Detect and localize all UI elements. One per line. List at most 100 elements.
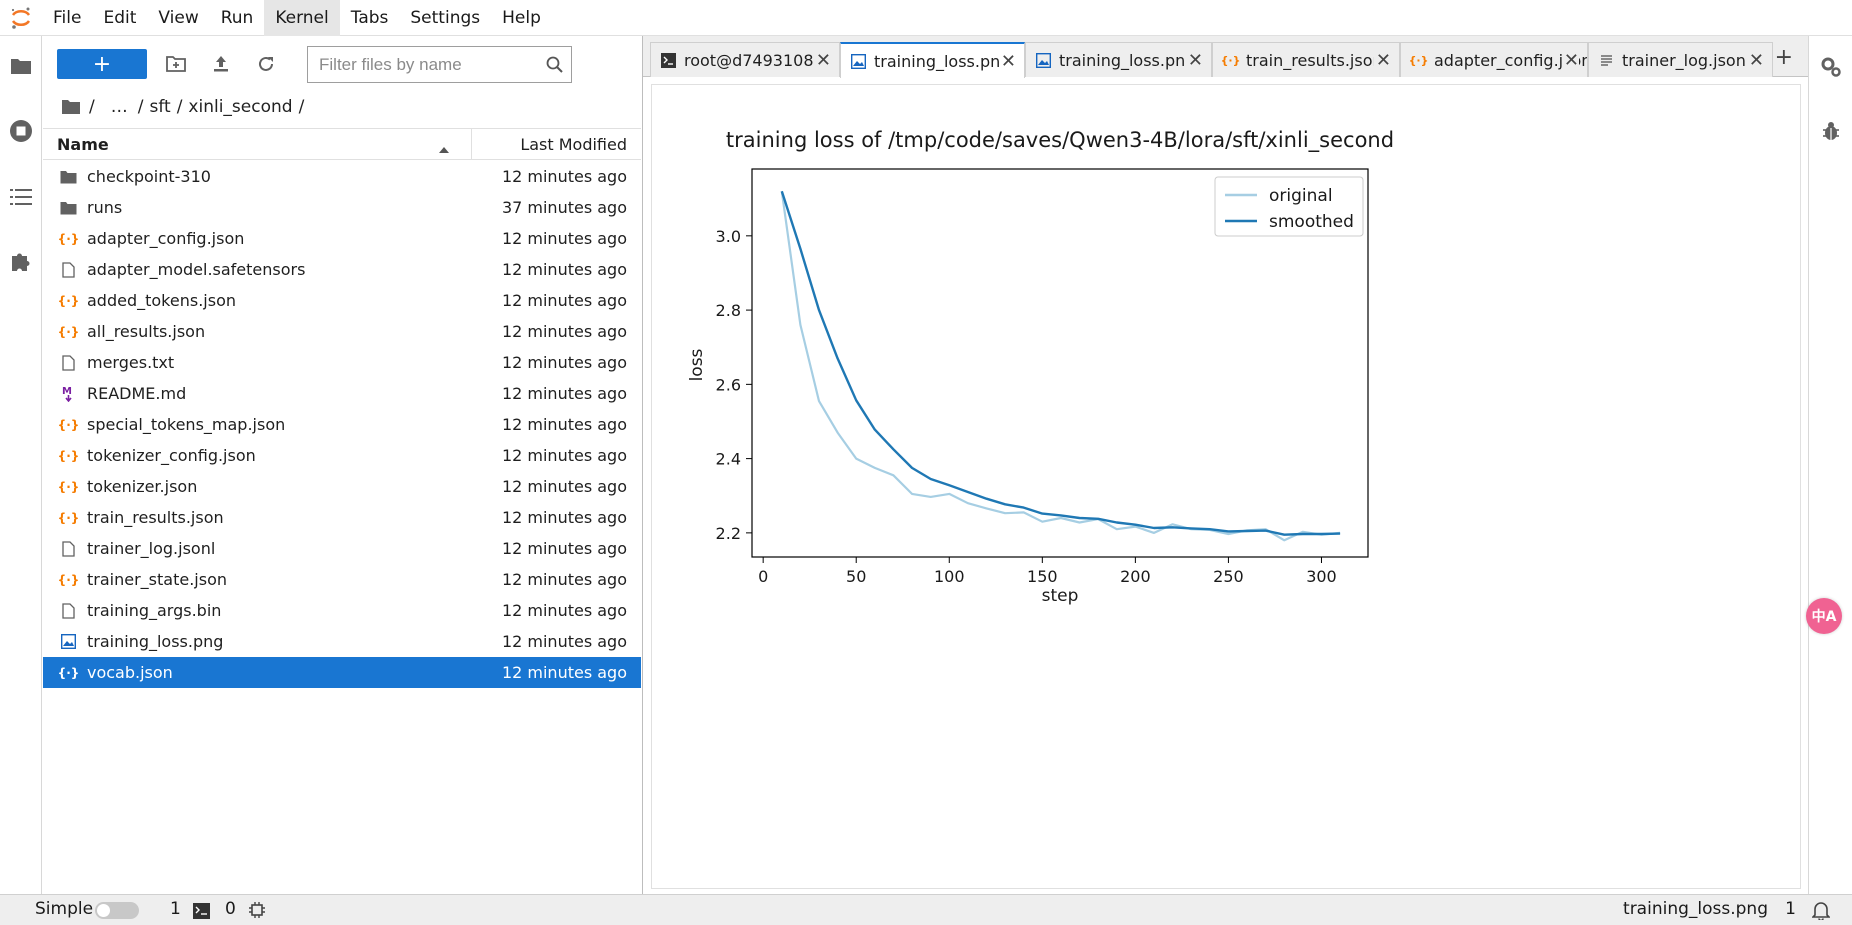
y-tick-label: 3.0 [716,227,741,246]
file-row[interactable]: {·} train_results.json 12 minutes ago [43,502,641,533]
menu-tabs[interactable]: Tabs [340,0,400,36]
menu-view[interactable]: View [147,0,209,36]
x-tick-label: 250 [1213,567,1244,586]
folder-icon[interactable] [8,53,34,79]
tab-training-loss-current[interactable]: training_loss.png ✕ [840,42,1025,78]
file-row[interactable]: {·} tokenizer.json 12 minutes ago [43,471,641,502]
y-tick-label: 2.8 [716,301,741,320]
folder-icon [60,199,77,216]
kernel-chip-icon[interactable] [248,901,266,924]
add-tab-button[interactable]: + [1775,45,1793,70]
breadcrumb-separator: / [89,97,95,117]
file-name: tokenizer.json [87,477,198,496]
json-icon: {·} [1408,53,1429,67]
close-tab-icon[interactable]: ✕ [1185,50,1203,71]
property-inspector-gears-icon[interactable] [1818,54,1844,80]
column-header-last-modified[interactable]: Last Modified [520,135,627,154]
file-name: trainer_log.jsonl [87,539,216,558]
filter-files-input[interactable] [319,54,539,75]
column-divider[interactable] [471,129,472,160]
x-tick-label: 300 [1306,567,1337,586]
file-last-modified: 12 minutes ago [501,508,627,527]
upload-icon[interactable] [208,51,234,77]
new-launcher-button[interactable]: + [57,49,147,79]
image-file-icon [60,633,77,650]
column-header-name[interactable]: Name [57,135,109,154]
status-current-file: training_loss.png [1623,899,1768,919]
menu-edit[interactable]: Edit [92,0,147,36]
kernel-count[interactable]: 0 [225,899,236,919]
file-row[interactable]: adapter_model.safetensors 12 minutes ago [43,254,641,285]
table-of-contents-icon[interactable] [8,184,34,210]
terminal-icon[interactable] [193,903,210,924]
file-name: checkpoint-310 [87,167,211,186]
file-row[interactable]: {·} special_tokens_map.json 12 minutes ago [43,409,641,440]
file-name: adapter_model.safetensors [87,260,306,279]
close-tab-icon[interactable]: ✕ [1746,50,1764,71]
debugger-bug-icon[interactable] [1818,118,1844,144]
file-row[interactable]: M README.md 12 minutes ago [43,378,641,409]
close-tab-icon[interactable]: ✕ [813,50,831,71]
y-tick-label: 2.2 [716,524,741,543]
file-row[interactable]: training_args.bin 12 minutes ago [43,595,641,626]
file-last-modified: 12 minutes ago [501,539,627,558]
training-loss-chart: training loss of /tmp/code/saves/Qwen3-4… [687,128,1394,606]
file-name: training_loss.png [87,632,224,651]
file-row[interactable]: runs 37 minutes ago [43,192,641,223]
notification-bell-icon[interactable] [1811,900,1831,925]
breadcrumb-ellipsis[interactable]: … [111,97,128,117]
menu-settings[interactable]: Settings [399,0,491,36]
tab-trainer-log[interactable]: trainer_log.jsonl ✕ [1588,42,1773,77]
new-folder-icon[interactable] [163,51,189,77]
legend-label-smoothed: smoothed [1269,212,1354,232]
close-tab-icon[interactable]: ✕ [1373,50,1391,71]
file-row[interactable]: {·} trainer_state.json 12 minutes ago [43,564,641,595]
file-last-modified: 37 minutes ago [501,198,627,217]
json-file-icon: {·} [57,479,80,494]
file-row[interactable]: {·} adapter_config.json 12 minutes ago [43,223,641,254]
tab-adapter-config[interactable]: {·} adapter_config.json ✕ [1400,42,1588,77]
file-row[interactable]: {·} added_tokens.json 12 minutes ago [43,285,641,316]
breadcrumb-sft[interactable]: sft [149,97,170,117]
simple-mode-toggle[interactable] [95,902,139,919]
menu-run[interactable]: Run [210,0,265,36]
extension-puzzle-icon[interactable] [8,248,34,274]
menu-file[interactable]: File [42,0,92,36]
menu-help[interactable]: Help [491,0,552,36]
terminal-count[interactable]: 1 [170,899,181,919]
file-last-modified: 12 minutes ago [501,353,627,372]
running-sessions-icon[interactable] [8,118,34,144]
tab-terminal[interactable]: root@d7493108 ✕ [650,42,840,77]
tab-label: training_loss.png [874,51,1011,71]
file-last-modified: 12 minutes ago [501,260,627,279]
folder-icon [60,168,77,185]
tab-training-loss[interactable]: training_loss.png ✕ [1025,42,1212,77]
file-row[interactable]: {·} tokenizer_config.json 12 minutes ago [43,440,641,471]
file-row[interactable]: checkpoint-310 12 minutes ago [43,161,641,192]
file-row[interactable]: training_loss.png 12 minutes ago [43,626,641,657]
file-list: checkpoint-310 12 minutes ago runs 37 minut… [43,161,641,688]
file-row[interactable]: merges.txt 12 minutes ago [43,347,641,378]
sort-ascending-icon[interactable] [438,139,450,158]
x-tick-label: 0 [758,567,768,586]
text-file-icon [1599,53,1614,68]
file-browser-toolbar: + [43,36,641,91]
file-row[interactable]: {·} all_results.json 12 minutes ago [43,316,641,347]
file-last-modified: 12 minutes ago [501,167,627,186]
tab-train-results[interactable]: {·} train_results.json ✕ [1212,42,1400,77]
close-tab-icon[interactable]: ✕ [1561,50,1579,71]
filter-box [307,46,572,83]
translate-bubble-icon[interactable]: 中A [1806,598,1842,634]
file-row[interactable]: trainer_log.jsonl 12 minutes ago [43,533,641,564]
terminal-icon [661,52,676,68]
file-row[interactable]: {·} vocab.json 12 minutes ago [43,657,641,688]
breadcrumb-xinli-second[interactable]: xinli_second [188,97,292,117]
breadcrumb-root-folder-icon[interactable] [61,99,81,115]
json-file-icon: {·} [57,231,80,246]
json-file-icon: {·} [57,448,80,463]
file-name: runs [87,198,123,217]
menu-kernel[interactable]: Kernel [264,0,340,36]
file-name: trainer_state.json [87,570,227,589]
refresh-icon[interactable] [253,51,279,77]
close-tab-icon[interactable]: ✕ [998,51,1016,72]
